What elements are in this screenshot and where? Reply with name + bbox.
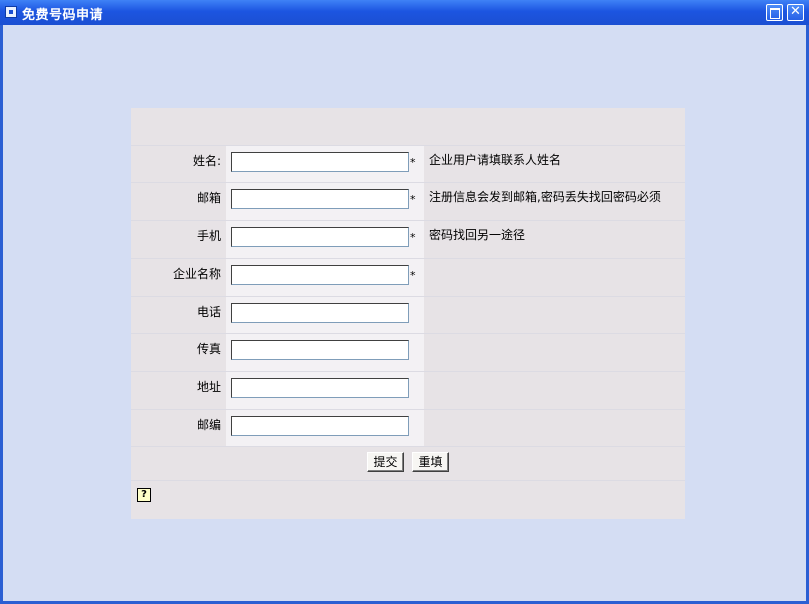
- window-menu-icon[interactable]: [5, 6, 17, 18]
- name-hint: 企业用户请填联系人姓名: [429, 153, 562, 167]
- form-actions: 提交 重填: [131, 446, 685, 481]
- company-label: 企业名称: [172, 267, 221, 281]
- mobile-hint: 密码找回另一途径: [429, 228, 526, 242]
- form-row-fax: 传真: [131, 333, 685, 371]
- reset-button[interactable]: 重填: [412, 452, 449, 472]
- phone-label: 电话: [196, 305, 221, 319]
- postcode-label: 邮编: [196, 418, 221, 432]
- fax-input[interactable]: [231, 340, 409, 360]
- title-bar[interactable]: 免费号码申请 ✕: [0, 0, 809, 25]
- input-cell: [226, 146, 424, 183]
- input-cell: [226, 297, 424, 334]
- input-cell: [226, 183, 424, 220]
- submit-button[interactable]: 提交: [367, 452, 404, 472]
- input-cell: [226, 259, 424, 296]
- name-label: 姓名:: [192, 154, 221, 168]
- form-row-postcode: 邮编: [131, 409, 685, 447]
- input-cell: [226, 410, 424, 447]
- phone-input[interactable]: [231, 303, 409, 323]
- company-input[interactable]: [231, 265, 409, 285]
- form-row-company: 企业名称 *: [131, 258, 685, 296]
- email-label: 邮箱: [196, 191, 221, 205]
- help-icon[interactable]: ?: [137, 488, 151, 502]
- window-title: 免费号码申请: [22, 8, 104, 23]
- input-cell: [226, 334, 424, 371]
- required-marker: *: [410, 156, 416, 169]
- name-input[interactable]: [231, 152, 409, 172]
- required-marker: *: [410, 269, 416, 282]
- fax-label: 传真: [196, 342, 221, 356]
- close-button[interactable]: ✕: [787, 4, 804, 21]
- email-hint: 注册信息会发到邮箱,密码丢失找回密码必须: [429, 190, 661, 204]
- form-row-mobile: 手机 * 密码找回另一途径: [131, 220, 685, 258]
- address-input[interactable]: [231, 378, 409, 398]
- required-marker: *: [410, 231, 416, 244]
- address-label: 地址: [196, 380, 221, 394]
- form-row-email: 邮箱 * 注册信息会发到邮箱,密码丢失找回密码必须: [131, 182, 685, 220]
- email-input[interactable]: [231, 189, 409, 209]
- required-marker: *: [410, 193, 416, 206]
- postcode-input[interactable]: [231, 416, 409, 436]
- input-cell: [226, 372, 424, 409]
- application-form: 姓名: * 企业用户请填联系人姓名 邮箱 * 注册信息会发到邮箱,密码丢失找回密…: [131, 108, 685, 519]
- input-cell: [226, 221, 424, 258]
- form-row-address: 地址: [131, 371, 685, 409]
- form-row-name: 姓名: * 企业用户请填联系人姓名: [131, 145, 685, 183]
- mobile-label: 手机: [196, 229, 221, 243]
- help-row: ?: [131, 480, 685, 520]
- app-window: 免费号码申请 ✕ 姓名: * 企业用户请填联系人姓名 邮箱 * 注册信息会发到邮…: [0, 0, 809, 604]
- form-row-phone: 电话: [131, 296, 685, 334]
- mobile-input[interactable]: [231, 227, 409, 247]
- maximize-button[interactable]: [766, 4, 783, 21]
